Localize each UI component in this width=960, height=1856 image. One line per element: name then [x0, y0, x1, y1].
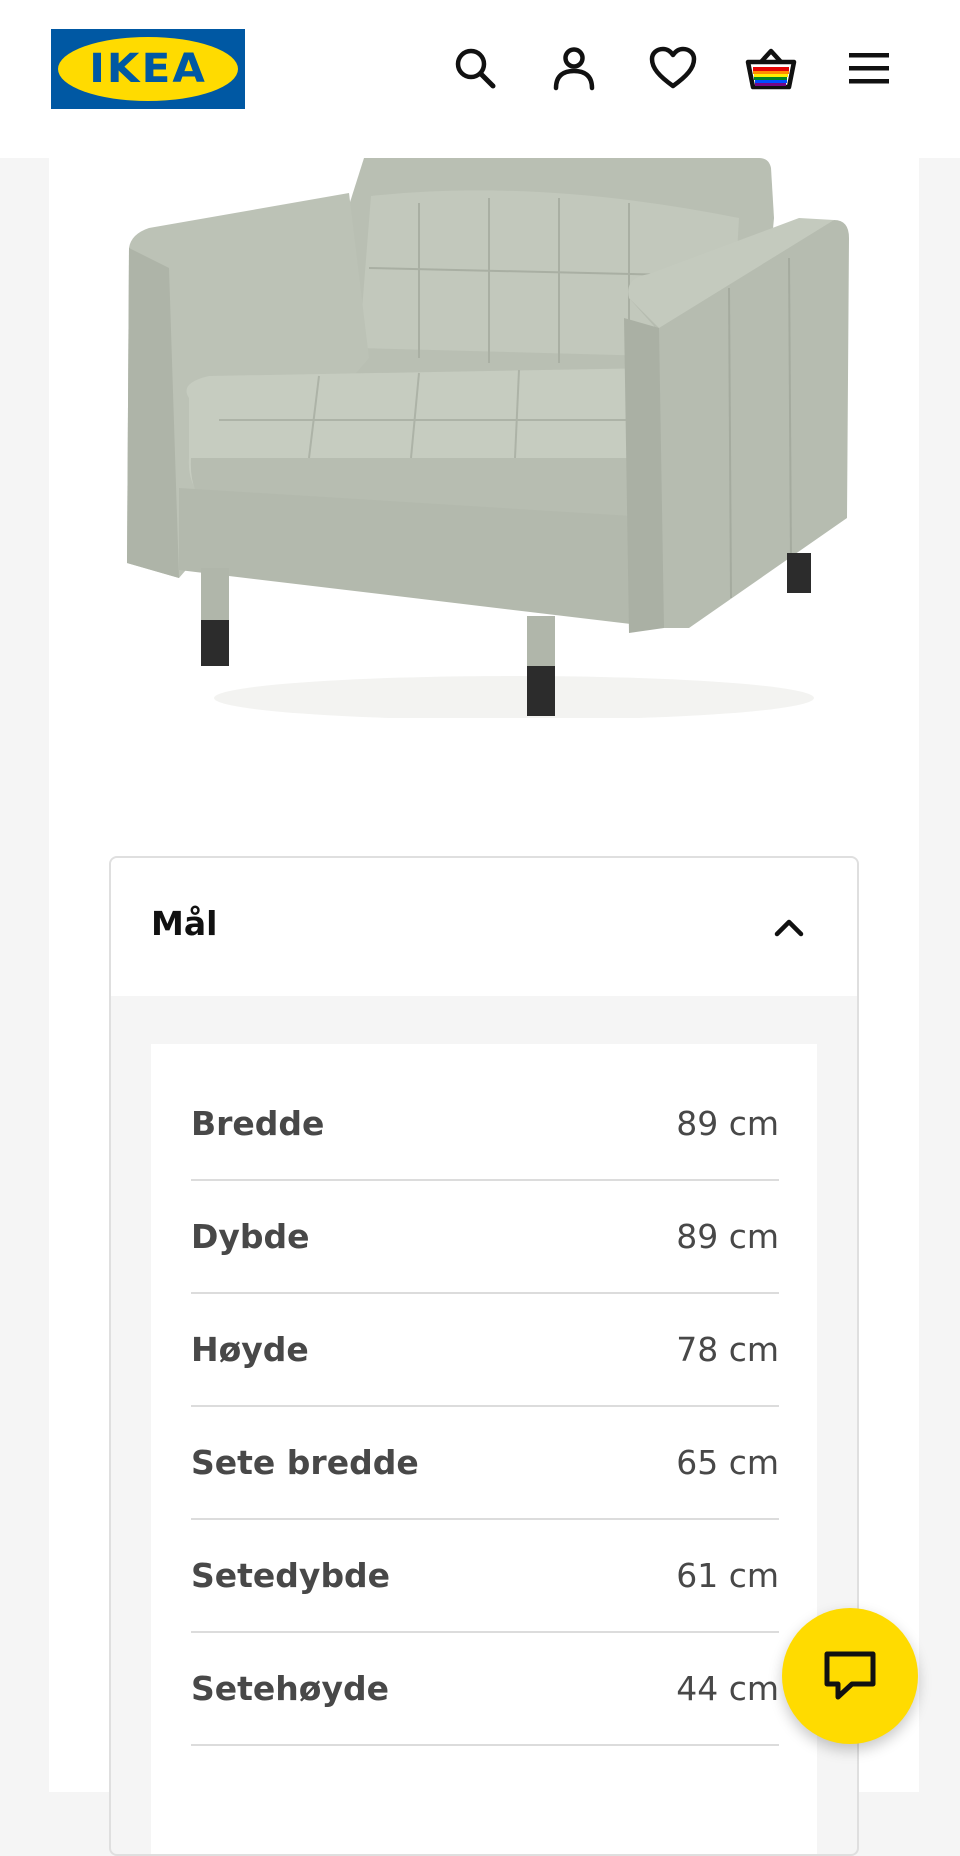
dimension-value: 65 cm [676, 1443, 779, 1482]
logo-oval: IKEA [58, 37, 238, 101]
dimension-value: 78 cm [676, 1330, 779, 1369]
chevron-up-icon [774, 919, 804, 937]
dimension-value: 89 cm [676, 1217, 779, 1256]
dimension-row: Setedybde 61 cm [191, 1520, 779, 1633]
product-page: Mål Bredde 89 cm Dybde 89 cm Høyde 78 cm… [49, 158, 919, 1856]
heart-icon[interactable] [645, 40, 701, 96]
chat-bubble-icon [824, 1651, 876, 1700]
dimension-value: 44 cm [676, 1669, 779, 1708]
dimension-label: Setedybde [191, 1556, 391, 1595]
dimension-value: 61 cm [676, 1556, 779, 1595]
dimension-label: Sete bredde [191, 1443, 419, 1482]
basket-icon[interactable] [743, 40, 799, 96]
dimension-row: Dybde 89 cm [191, 1181, 779, 1294]
account-icon[interactable] [546, 40, 602, 96]
dimensions-list: Bredde 89 cm Dybde 89 cm Høyde 78 cm Set… [151, 1044, 817, 1854]
dimensions-title: Mål [151, 904, 218, 943]
logo-text: IKEA [89, 46, 207, 92]
chat-button[interactable] [782, 1608, 918, 1744]
dimension-row: Høyde 78 cm [191, 1294, 779, 1407]
dimensions-accordion: Mål Bredde 89 cm Dybde 89 cm Høyde 78 cm… [109, 856, 859, 1856]
dimension-row: Setehøyde 44 cm [191, 1633, 779, 1746]
dimension-label: Dybde [191, 1217, 310, 1256]
product-image [119, 158, 849, 720]
site-header: IKEA [0, 0, 960, 158]
dimension-label: Bredde [191, 1104, 325, 1143]
dimensions-accordion-header[interactable]: Mål [111, 858, 857, 996]
search-icon[interactable] [447, 40, 503, 96]
menu-icon[interactable] [841, 40, 897, 96]
dimension-value: 89 cm [676, 1104, 779, 1143]
dimension-label: Høyde [191, 1330, 309, 1369]
dimension-label: Setehøyde [191, 1669, 389, 1708]
dimension-row: Sete bredde 65 cm [191, 1407, 779, 1520]
dimension-row: Bredde 89 cm [191, 1068, 779, 1181]
ikea-logo[interactable]: IKEA [51, 29, 245, 109]
